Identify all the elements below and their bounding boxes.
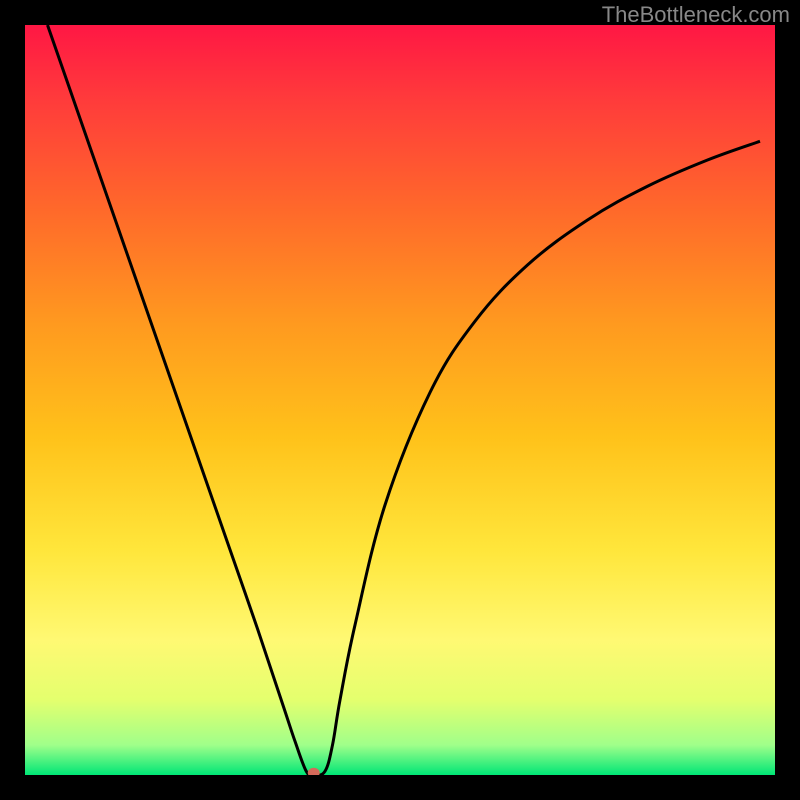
watermark-text: TheBottleneck.com bbox=[602, 2, 790, 28]
chart-svg bbox=[25, 25, 775, 775]
chart-background bbox=[25, 25, 775, 775]
chart-frame bbox=[25, 25, 775, 775]
